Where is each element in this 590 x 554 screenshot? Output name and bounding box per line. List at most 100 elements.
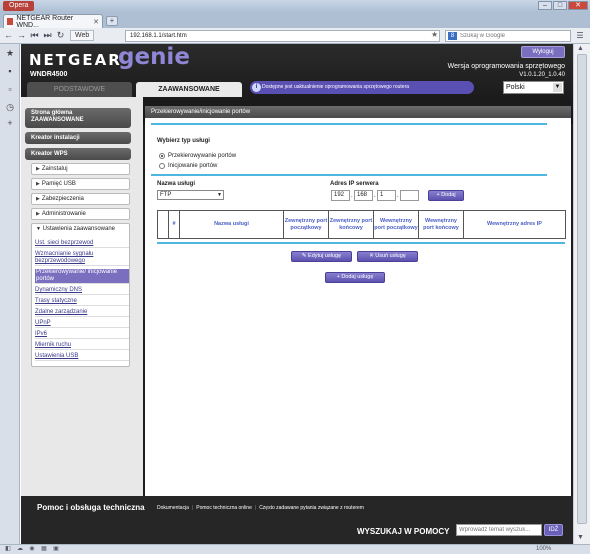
status-bar: ◧ ☁ ◉ ▦ ▣ 100% bbox=[0, 544, 590, 554]
language-value: Polski bbox=[506, 84, 525, 91]
sidebar-item-label: Administrowanie bbox=[41, 211, 86, 217]
netgear-logo: NETGEAR bbox=[29, 51, 122, 69]
sidebar-item-home[interactable]: Strona główna ZAAWANSOWANE bbox=[25, 108, 131, 128]
sidebar-item-usb-storage[interactable]: ▶ Pamięć USB bbox=[31, 178, 130, 190]
sidebar-item-remote-management[interactable]: Zdalne zarządzanie bbox=[35, 309, 129, 317]
firmware-update-banner[interactable]: i Dostępne jest uaktualnienie oprogramow… bbox=[250, 81, 474, 94]
services-table: # Nazwa usługi Zewnętrzny port początkow… bbox=[157, 210, 566, 239]
sidebar-item-setup-wizard[interactable]: Kreator instalacji bbox=[25, 132, 131, 144]
link-online-support[interactable]: Pomoc techniczna online bbox=[196, 505, 252, 511]
web-security-label[interactable]: Web bbox=[70, 30, 95, 41]
panel-toggle-icon[interactable]: ◧ bbox=[4, 546, 12, 553]
language-select[interactable]: Polski ▼ bbox=[503, 81, 564, 94]
tab-title: NETGEAR Router WND... bbox=[16, 14, 74, 29]
title-bar: Opera – □ ✕ bbox=[0, 0, 590, 12]
ip-octet-1[interactable]: 192 bbox=[331, 190, 350, 201]
service-name-select[interactable]: FTP ▼ bbox=[157, 190, 224, 200]
history-icon[interactable]: ◷ bbox=[5, 102, 15, 112]
ip-octet-2[interactable]: 168 bbox=[354, 190, 373, 201]
page-scrollbar[interactable]: ▲ ▼ bbox=[573, 44, 590, 544]
tab-advanced[interactable]: ZAAWANSOWANE bbox=[136, 82, 242, 97]
ip-octet-4[interactable] bbox=[400, 190, 419, 201]
plus-icon: + bbox=[436, 192, 440, 198]
fast-forward-icon[interactable]: ⏭ bbox=[42, 30, 53, 41]
radio-port-forwarding[interactable]: Przekierowywanie portów bbox=[159, 153, 236, 159]
rewind-icon[interactable]: ⏮ bbox=[29, 30, 40, 41]
service-name-value: FTP bbox=[160, 192, 172, 198]
sidebar-group-advanced: ▼ Ustawienia zaawansowane Ust. sieci bez… bbox=[31, 223, 130, 367]
add-button[interactable]: + Dodaj bbox=[428, 190, 464, 201]
url-field[interactable]: 192.168.1.1/start.htm bbox=[125, 30, 440, 42]
sidebar-item-advanced-settings[interactable]: ▼ Ustawienia zaawansowane bbox=[32, 224, 129, 234]
link-faq[interactable]: Często zadawane pytania związane z route… bbox=[259, 505, 364, 511]
images-icon[interactable]: ▣ bbox=[52, 546, 60, 553]
sidebar-item-usb-settings[interactable]: Ustawienia USB bbox=[35, 353, 129, 361]
favicon-icon bbox=[7, 18, 14, 25]
sidebar-item-ipv6[interactable]: IPv6 bbox=[35, 331, 129, 339]
search-input[interactable] bbox=[460, 33, 550, 39]
link-documentation[interactable]: Dokumentacja bbox=[157, 505, 189, 511]
close-window-icon[interactable]: ✕ bbox=[568, 1, 588, 10]
triangle-right-icon: ▶ bbox=[36, 211, 40, 217]
sidebar-item-security[interactable]: ▶ Zabezpieczenia bbox=[31, 193, 130, 205]
new-tab-button[interactable]: + bbox=[106, 16, 118, 26]
table-header-select bbox=[157, 210, 169, 239]
bookmarks-icon[interactable]: ★ bbox=[5, 48, 15, 58]
add-panel-icon[interactable]: + bbox=[5, 118, 15, 128]
sidebar-item-dynamic-dns[interactable]: Dynamiczny DNS bbox=[35, 287, 129, 295]
tab-basic[interactable]: PODSTAWOWE bbox=[27, 82, 132, 97]
edit-service-button[interactable]: ✎ Edytuj usługę bbox=[291, 251, 352, 262]
update-banner-text: Dostępne jest uaktualnienie oprogramowan… bbox=[262, 84, 410, 90]
sidebar-item-upnp[interactable]: UPnP bbox=[35, 320, 129, 328]
radio-label: Inicjowanie portów bbox=[168, 163, 218, 169]
add-service-button[interactable]: + Dodaj usługę bbox=[325, 272, 385, 283]
scroll-down-icon[interactable]: ▼ bbox=[577, 534, 584, 541]
minimize-icon[interactable]: – bbox=[538, 1, 552, 10]
sidebar-item-port-forwarding[interactable]: Przekierowywanie/ inicjowanie portów bbox=[35, 269, 129, 284]
bookmark-star-icon[interactable]: ★ bbox=[431, 30, 438, 39]
ip-separator: . bbox=[397, 193, 399, 199]
back-icon[interactable]: ← bbox=[3, 30, 14, 41]
speed-dial-icon[interactable]: ▦ bbox=[40, 546, 48, 553]
help-go-button[interactable]: IDŹ bbox=[544, 524, 563, 536]
page-title: Przekierowywanie/inicjowanie portów bbox=[145, 106, 571, 118]
help-footer: Pomoc i obsługa techniczna Dokumentacja |… bbox=[21, 496, 573, 544]
menu-icon[interactable]: ☰ bbox=[575, 31, 585, 41]
address-bar: ← → ⏮ ⏭ ↻ Web 192.168.1.1/start.htm ★ 8 … bbox=[0, 28, 590, 44]
sidebar-item-wireless-settings[interactable]: Ust. sieci bezprzewod bbox=[35, 240, 129, 248]
radio-port-triggering[interactable]: Inicjowanie portów bbox=[159, 163, 217, 169]
logout-button[interactable]: Wyloguj bbox=[521, 46, 565, 58]
router-model: WNDR4500 bbox=[30, 71, 68, 78]
triangle-right-icon: ▶ bbox=[36, 181, 40, 187]
sidebar-item-administration[interactable]: ▶ Administrowanie bbox=[31, 208, 130, 220]
plus-icon: + bbox=[336, 274, 340, 280]
maximize-icon[interactable]: □ bbox=[553, 1, 567, 10]
unite-icon[interactable]: ◉ bbox=[28, 546, 36, 553]
browser-tab[interactable]: NETGEAR Router WND... ✕ bbox=[3, 14, 103, 29]
firmware-label: Wersja oprogramowania sprzętowego bbox=[447, 63, 565, 70]
sidebar-item-static-routes[interactable]: Trasy statyczne bbox=[35, 298, 129, 306]
search-box[interactable]: 8 bbox=[445, 30, 571, 42]
help-search-input[interactable] bbox=[456, 524, 542, 536]
forward-icon[interactable]: → bbox=[16, 30, 27, 41]
notes-icon[interactable]: ▪ bbox=[5, 66, 15, 76]
reload-icon[interactable]: ↻ bbox=[55, 30, 66, 41]
scrollbar-thumb[interactable] bbox=[577, 54, 587, 524]
radio-unselected-icon bbox=[159, 163, 165, 169]
close-tab-icon[interactable]: ✕ bbox=[93, 18, 99, 26]
table-header-ext-end-port: Zewnętrzny port końcowy bbox=[328, 210, 374, 239]
triangle-right-icon: ▶ bbox=[36, 196, 40, 202]
downloads-icon[interactable]: ▫ bbox=[5, 84, 15, 94]
button-label: Edytuj usługę bbox=[308, 253, 342, 259]
sidebar-item-label: Pamięć USB bbox=[41, 181, 76, 187]
turbo-icon[interactable]: ☁ bbox=[16, 546, 24, 553]
scroll-up-icon[interactable]: ▲ bbox=[577, 45, 584, 52]
delete-service-button[interactable]: ✕ Usuń usługę bbox=[357, 251, 418, 262]
zoom-level[interactable]: 100% bbox=[536, 546, 551, 553]
opera-menu-button[interactable]: Opera bbox=[3, 1, 35, 11]
sidebar-item-wireless-repeating[interactable]: Wzmacnianie sygnału bezprzewodowego bbox=[35, 251, 129, 266]
sidebar-item-traffic-meter[interactable]: Miernik ruchu bbox=[35, 342, 129, 350]
ip-octet-3[interactable]: 1 bbox=[377, 190, 396, 201]
sidebar-item-wps-wizard[interactable]: Kreator WPS bbox=[25, 148, 131, 160]
sidebar-item-setup[interactable]: ▶ Zainstaluj bbox=[31, 163, 130, 175]
